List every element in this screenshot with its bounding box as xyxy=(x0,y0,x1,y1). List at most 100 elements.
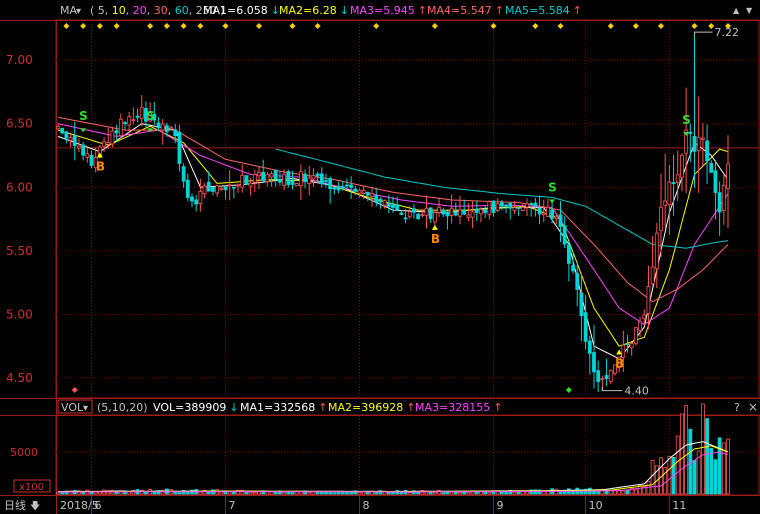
candle-body-up xyxy=(424,207,429,216)
volume-bar-down xyxy=(688,428,693,495)
candle-body-down xyxy=(353,188,358,192)
ma-dropdown-icon[interactable]: ▾ xyxy=(76,6,81,17)
candle-body-down xyxy=(181,166,186,182)
volume-bar-down xyxy=(286,491,291,495)
event-diamond-icon xyxy=(373,23,380,29)
candle-body-down xyxy=(508,202,513,209)
ma-param-3: 20 xyxy=(133,4,147,17)
vol-close-icon[interactable]: × xyxy=(748,400,758,414)
volume-bar-up xyxy=(248,491,253,495)
period-dropdown-icon[interactable]: 🡇 xyxy=(30,500,40,512)
candle-body-up xyxy=(85,153,90,158)
volume-bar-up xyxy=(680,413,684,495)
volume-bar-up xyxy=(487,491,492,495)
ma-indicator-name[interactable]: MA xyxy=(60,4,77,17)
period-label[interactable]: 日线 xyxy=(4,498,26,512)
panel-scroll-down-icon[interactable]: ▼ xyxy=(746,6,753,15)
volume-bar-up xyxy=(541,491,546,495)
candle-body-up xyxy=(257,171,261,177)
candle-body-up xyxy=(696,136,701,152)
volume-bar-down xyxy=(713,459,718,495)
price-tick-label: 7.00 xyxy=(6,53,33,67)
candle-body-up xyxy=(621,344,626,358)
sell-signal-marker: S xyxy=(79,109,88,123)
sell-arrow-icon xyxy=(80,128,87,133)
candle-body-up xyxy=(118,118,123,137)
candle-body-down xyxy=(336,187,341,191)
moving-average-layer xyxy=(57,116,729,360)
period-selector[interactable]: 日线 xyxy=(4,498,26,512)
ma1-label: MA1=6.058 xyxy=(203,4,268,17)
candle-body-up xyxy=(554,216,559,219)
low-value-label: 4.40 xyxy=(624,385,649,398)
candle-body-up xyxy=(56,126,60,130)
ma2-value: MA2=6.28 ↓ xyxy=(279,4,349,17)
candle-body-up xyxy=(520,207,525,211)
candle-body-up xyxy=(77,145,81,149)
volume-bar-down xyxy=(319,491,324,495)
buy-signal-marker: B xyxy=(615,357,624,371)
candle-body-down xyxy=(705,140,709,162)
candle-body-down xyxy=(483,209,488,213)
high-leader-line xyxy=(694,31,713,37)
volume-ma-line xyxy=(58,441,729,492)
vol-settings-icon[interactable]: ? xyxy=(734,401,740,414)
price-tick-label: 6.00 xyxy=(6,180,33,194)
event-diamond-icon xyxy=(113,23,120,29)
volume-bar-down xyxy=(596,491,601,495)
volume-bar-down xyxy=(428,492,433,495)
candle-body-down xyxy=(445,211,450,217)
volume-ma-line xyxy=(58,445,729,493)
candle-body-down xyxy=(395,204,400,211)
ma-line-ma3 xyxy=(57,123,729,326)
volume-bar-up xyxy=(466,492,471,495)
candle-body-down xyxy=(504,205,508,207)
candle-body-down xyxy=(571,265,575,272)
candle-body-down xyxy=(185,179,190,198)
signal-marker-layer: S B S B S B S xyxy=(79,109,691,370)
volume-bar-down xyxy=(332,492,337,495)
ma-param-sep: , xyxy=(189,4,193,17)
event-diamond-icon xyxy=(557,23,564,29)
candle-body-down xyxy=(453,211,458,216)
volume-bar-up xyxy=(282,492,287,495)
candle-body-up xyxy=(106,142,111,145)
candle-body-down xyxy=(550,209,555,219)
vol-ma2-value: MA2=396928 ↑ xyxy=(328,401,415,414)
candle-body-up xyxy=(650,266,655,285)
volume-bar-down xyxy=(315,491,320,495)
price-tick-label: 4.50 xyxy=(6,371,33,385)
candle-body-down xyxy=(231,186,236,189)
candle-body-up xyxy=(654,232,659,269)
candle-body-down xyxy=(315,173,320,177)
volume-unit-label: x100 xyxy=(19,482,44,493)
date-axis-label: 11 xyxy=(672,499,686,512)
candle-body-up xyxy=(638,321,642,332)
volume-bar-down xyxy=(499,491,504,495)
volume-bar-down xyxy=(386,492,391,495)
panel-scroll-up-icon[interactable]: ▲ xyxy=(733,6,740,15)
ma-line-ma1 xyxy=(57,123,729,360)
price-tick-label: 6.50 xyxy=(6,117,33,131)
candle-body-up xyxy=(721,185,726,212)
vol-indicator-name[interactable]: VOL xyxy=(61,401,84,414)
candle-body-up xyxy=(269,173,274,178)
vol-ma3-value: MA3=328155 ↑ xyxy=(415,401,502,414)
ma3-value: MA3=5.945 ↑ xyxy=(350,4,427,17)
volume-bar-down xyxy=(290,492,295,495)
volume-bar-down xyxy=(491,492,496,495)
buy-arrow-icon xyxy=(431,224,438,230)
candle-body-up xyxy=(370,193,374,197)
volume-ma-layer xyxy=(58,441,729,493)
candle-body-down xyxy=(499,202,504,207)
volume-bar-up xyxy=(458,492,462,495)
vol-value: VOL=389909 ↓ xyxy=(153,401,239,414)
vol-dropdown-icon[interactable]: ▾ xyxy=(83,403,88,414)
candlestick-layer xyxy=(56,32,730,393)
volume-bar-layer xyxy=(56,403,730,495)
candle-body-up xyxy=(470,211,475,218)
ma-param-sep: , xyxy=(147,4,151,17)
ma-param-4: 30 xyxy=(154,4,168,17)
candle-body-down xyxy=(89,154,94,166)
candle-body-down xyxy=(64,131,69,139)
